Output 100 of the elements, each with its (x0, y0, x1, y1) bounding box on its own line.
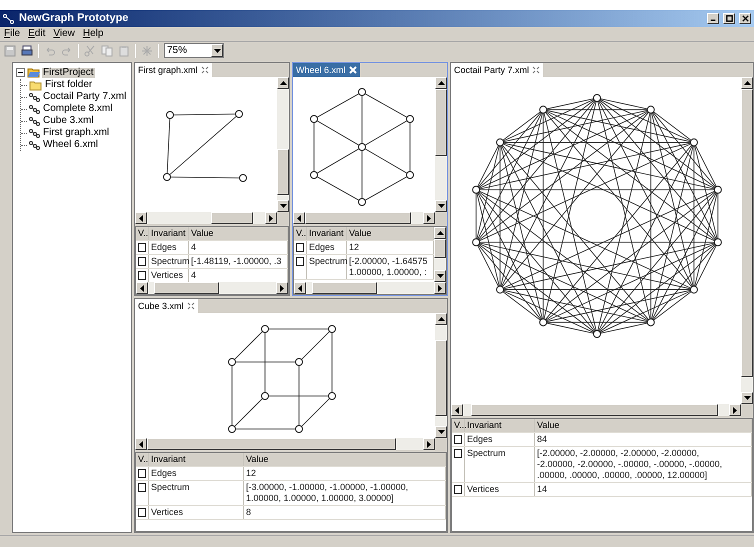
table-cell: [-2.00000, -1.64575 1.00000, 1.00000, : (349, 256, 428, 278)
table-cell: 12 (246, 468, 256, 479)
horizontal-scrollbar[interactable] (293, 212, 435, 224)
column-header[interactable]: Invariant (467, 420, 502, 431)
menu-item[interactable]: Help (82, 29, 104, 39)
graph-node[interactable] (714, 238, 722, 246)
printer-icon[interactable] (21, 44, 33, 56)
graph-node[interactable] (496, 138, 504, 146)
checkbox[interactable] (296, 243, 304, 252)
graph-file-icon (29, 104, 40, 114)
column-header[interactable]: Invariant (309, 228, 344, 239)
graph-node[interactable] (328, 392, 336, 400)
minimize-button[interactable] (707, 13, 719, 24)
checkbox[interactable] (138, 483, 146, 492)
column-header[interactable]: V.. (138, 228, 148, 239)
editor-tab[interactable]: Cube 3.xml (135, 299, 198, 313)
zoom-dropdown[interactable]: 75% (164, 43, 224, 58)
column-header[interactable]: V.. (296, 228, 306, 239)
graph-node[interactable] (163, 173, 171, 181)
tree-item[interactable]: First graph.xml (42, 128, 110, 138)
vertical-scrollbar[interactable] (277, 77, 289, 212)
graph-node[interactable] (228, 425, 236, 433)
checkbox[interactable] (138, 508, 146, 517)
graph-node[interactable] (690, 286, 698, 294)
tree-item[interactable]: Wheel 6.xml (42, 140, 100, 150)
close-icon[interactable] (200, 66, 209, 74)
graph-node[interactable] (310, 115, 318, 123)
close-button[interactable] (739, 13, 751, 24)
tree-item[interactable]: Cube 3.xml (42, 116, 95, 126)
graph-node[interactable] (166, 111, 174, 119)
editor-tab[interactable]: First graph.xml (135, 63, 212, 77)
graph-node[interactable] (261, 325, 269, 333)
checkbox[interactable] (454, 449, 462, 458)
app-icon (3, 14, 15, 24)
graph-node[interactable] (472, 186, 480, 194)
menu-item[interactable]: File (4, 29, 20, 39)
graph-node[interactable] (310, 171, 318, 179)
graph-node[interactable] (593, 94, 601, 102)
maximize-button[interactable] (723, 13, 735, 24)
column-header[interactable]: V... (454, 420, 467, 431)
table-cell: [-2.00000, -2.00000, -2.00000, -2.00000, -2.00000, -2.00000, -.00000, -.00000, -.00000, .00000, .00000, .00000, .00000, 12.00000] (537, 448, 722, 481)
column-header[interactable]: Value (537, 420, 560, 431)
checkbox[interactable] (454, 435, 462, 444)
graph-node[interactable] (228, 358, 236, 366)
vertical-scrollbar[interactable] (434, 227, 446, 282)
column-header[interactable]: Invariant (151, 454, 186, 465)
left-arrow-icon (140, 284, 144, 292)
graph-file-icon (29, 140, 40, 150)
checkbox[interactable] (296, 257, 304, 266)
checkbox[interactable] (138, 469, 146, 478)
vertical-scrollbar[interactable] (741, 77, 753, 404)
graph-node[interactable] (295, 425, 303, 433)
column-header[interactable]: V.. (138, 454, 148, 465)
close-icon[interactable] (186, 302, 195, 310)
graph-node[interactable] (406, 115, 414, 123)
column-header[interactable]: Invariant (151, 228, 186, 239)
graph-node[interactable] (646, 106, 655, 114)
graph-node[interactable] (235, 110, 243, 118)
graph-node[interactable] (690, 138, 698, 146)
horizontal-scrollbar[interactable] (294, 282, 446, 294)
star-icon[interactable] (141, 44, 153, 56)
graph-node[interactable] (539, 318, 548, 326)
graph-node[interactable] (714, 186, 722, 194)
checkbox[interactable] (138, 271, 146, 280)
horizontal-scrollbar[interactable] (136, 282, 288, 294)
horizontal-scrollbar[interactable] (135, 212, 277, 224)
graph-node[interactable] (646, 318, 655, 326)
tree-item[interactable]: Coctail Party 7.xml (42, 92, 128, 102)
graph-node[interactable] (261, 392, 269, 400)
vertical-scrollbar[interactable] (435, 313, 447, 438)
tree-item[interactable]: Complete 8.xml (42, 104, 114, 114)
graph-node[interactable] (496, 286, 504, 294)
folder-icon (27, 67, 40, 78)
graph-node[interactable] (295, 358, 303, 366)
graph-node[interactable] (358, 88, 366, 96)
checkbox[interactable] (138, 257, 146, 266)
graph-node[interactable] (593, 330, 601, 338)
close-icon[interactable] (532, 66, 540, 74)
horizontal-scrollbar[interactable] (135, 438, 435, 450)
editor-tab[interactable]: Wheel 6.xml (293, 63, 360, 77)
graph-node[interactable] (406, 171, 414, 179)
vertical-scrollbar[interactable] (435, 77, 447, 212)
tree-item[interactable]: First folder (44, 80, 94, 90)
graph-node[interactable] (328, 325, 336, 333)
editor-tab[interactable]: Coctail Party 7.xml (451, 63, 544, 77)
menu-item[interactable]: View (53, 29, 75, 39)
column-header[interactable]: Value (246, 454, 268, 465)
column-header[interactable]: Value (349, 228, 372, 239)
graph-node[interactable] (358, 198, 366, 206)
graph-node[interactable] (358, 143, 366, 151)
graph-node[interactable] (472, 238, 480, 246)
graph-node[interactable] (539, 106, 548, 114)
graph-node[interactable] (239, 174, 247, 182)
checkbox[interactable] (138, 243, 146, 252)
menu-item[interactable]: Edit (28, 29, 46, 39)
tree-item[interactable]: FirstProject (42, 68, 95, 78)
checkbox[interactable] (454, 485, 462, 494)
collapse-icon[interactable] (16, 68, 25, 77)
column-header[interactable]: Value (191, 228, 214, 239)
horizontal-scrollbar[interactable] (451, 404, 741, 416)
